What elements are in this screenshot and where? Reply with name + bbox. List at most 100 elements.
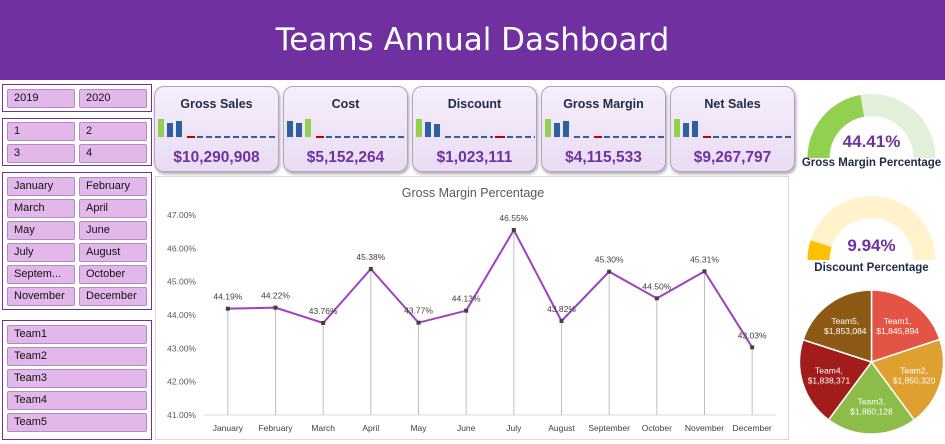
data-label: 44.50% (642, 281, 671, 291)
gross-margin-percent: 44.41% (842, 132, 901, 151)
gauge-arc (807, 94, 936, 158)
year-2019-button[interactable]: 2019 (7, 89, 75, 108)
data-label: 44.19% (213, 292, 242, 302)
month-september-button[interactable]: Septem... (7, 265, 75, 284)
data-point (607, 269, 612, 274)
month-february-button[interactable]: February (79, 177, 147, 196)
mini-bar-chart-icon (416, 119, 535, 138)
x-tick-label: July (506, 423, 522, 433)
data-point (464, 308, 469, 313)
month-may-button[interactable]: May (7, 221, 75, 240)
kpi-title: Net Sales (704, 97, 761, 111)
quarter-1-button[interactable]: 1 (7, 122, 75, 141)
x-tick-label: October (642, 423, 672, 433)
y-tick-label: 44.00% (167, 310, 196, 320)
pie-value-label: $1,853,084 (824, 326, 867, 336)
data-point (702, 269, 707, 274)
kpi-value: $5,152,264 (306, 149, 385, 166)
gross-margin-gauge: 44.41% Gross Margin Percentage (798, 84, 945, 176)
gross-margin-line-chart: Gross Margin Percentage 41.00% 42.00% 43.0… (155, 176, 789, 440)
y-tick-label: 42.00% (167, 377, 196, 387)
month-october-button[interactable]: October (79, 265, 147, 284)
data-point (654, 296, 659, 301)
data-point (321, 321, 326, 325)
kpi-value: $4,115,533 (565, 149, 642, 166)
x-tick-label: August (548, 423, 575, 433)
mini-bar-chart-icon (287, 119, 406, 138)
pie-value-label: $1,838,371 (808, 376, 851, 386)
data-label: 44.22% (261, 291, 290, 301)
data-label: 46.55% (499, 213, 528, 223)
quarter-slicer: 1 2 3 4 (2, 118, 152, 166)
y-tick-label: 47.00% (167, 210, 196, 220)
pie-value-label: $1,880,128 (850, 407, 893, 417)
data-point (273, 305, 278, 310)
pie-label: Team5, (831, 316, 859, 326)
month-april-button[interactable]: April (79, 199, 147, 218)
data-label: 43.77% (404, 306, 433, 316)
kpi-title: Gross Sales (180, 97, 253, 111)
team-pie-chart: Team1, $1,845,894 Team2, $1,850,320 Team3, $1… (798, 282, 945, 442)
data-label: 43.76% (309, 306, 338, 316)
pie-label: Team1, (884, 316, 912, 326)
pie-label: Team3, (857, 397, 885, 407)
data-label: 45.30% (595, 255, 624, 265)
y-tick-label: 43.00% (167, 343, 196, 353)
kpi-card-cost: Cost $5,152,264 (283, 86, 408, 172)
x-tick-label: June (457, 423, 476, 433)
pie-value-label: $1,845,894 (876, 326, 919, 336)
year-slicer: 2019 2020 (2, 84, 152, 112)
data-label: 43.82% (547, 304, 576, 314)
quarter-4-button[interactable]: 4 (79, 144, 147, 163)
pie-label: Team2, (900, 366, 928, 376)
team5-button[interactable]: Team5 (7, 413, 147, 432)
mini-bar-chart-icon (158, 119, 277, 138)
x-tick-label: November (685, 423, 724, 433)
kpi-title: Discount (447, 97, 502, 111)
month-july-button[interactable]: July (7, 243, 75, 262)
mini-bar-chart-icon (674, 119, 793, 138)
x-tick-label: May (410, 423, 427, 433)
kpi-value: $9,267,797 (693, 149, 772, 166)
team1-button[interactable]: Team1 (7, 325, 147, 344)
team-slicer: Team1 Team2 Team3 Team4 Team5 (2, 320, 152, 440)
data-label: 45.38% (356, 252, 385, 262)
kpi-value: $1,023,111 (436, 149, 513, 166)
data-label: 43.03% (738, 330, 767, 340)
chart-title: Gross Margin Percentage (402, 186, 544, 200)
team4-button[interactable]: Team4 (7, 391, 147, 410)
kpi-title: Gross Margin (563, 97, 644, 111)
month-january-button[interactable]: January (7, 177, 75, 196)
month-march-button[interactable]: March (7, 199, 75, 218)
team3-button[interactable]: Team3 (7, 369, 147, 388)
discount-percent: 9.94% (847, 236, 896, 255)
pie-label: Team4, (815, 366, 843, 376)
y-tick-label: 45.00% (167, 277, 196, 287)
year-2020-button[interactable]: 2020 (79, 89, 147, 108)
month-december-button[interactable]: December (79, 287, 147, 306)
kpi-card-gross-margin: Gross Margin $4,115,533 (541, 86, 666, 172)
month-november-button[interactable]: November (7, 287, 75, 306)
pie-value-label: $1,850,320 (893, 376, 936, 386)
kpi-card-net-sales: Net Sales $9,267,797 (670, 86, 795, 172)
x-tick-label: April (362, 423, 379, 433)
data-label: 44.13% (452, 294, 481, 304)
quarter-3-button[interactable]: 3 (7, 144, 75, 163)
x-tick-label: February (258, 423, 293, 433)
data-point (750, 345, 755, 350)
quarter-2-button[interactable]: 2 (79, 122, 147, 141)
team2-button[interactable]: Team2 (7, 347, 147, 366)
x-tick-label: September (588, 423, 630, 433)
kpi-title: Cost (331, 97, 360, 111)
series-line (227, 227, 754, 348)
discount-gauge: 9.94% Discount Percentage (798, 186, 945, 278)
kpi-card-discount: Discount $1,023,111 (412, 86, 537, 172)
pie-chart-svg: Team1,$1,845,894Team2,$1,850,320Team3,$1… (798, 289, 945, 435)
month-slicer: January February March April May June Ju… (2, 172, 152, 310)
kpi-value: $10,290,908 (173, 149, 260, 166)
data-point (225, 306, 230, 311)
month-august-button[interactable]: August (79, 243, 147, 262)
x-tick-label: December (733, 423, 772, 433)
data-point (511, 228, 516, 232)
month-june-button[interactable]: June (79, 221, 147, 240)
